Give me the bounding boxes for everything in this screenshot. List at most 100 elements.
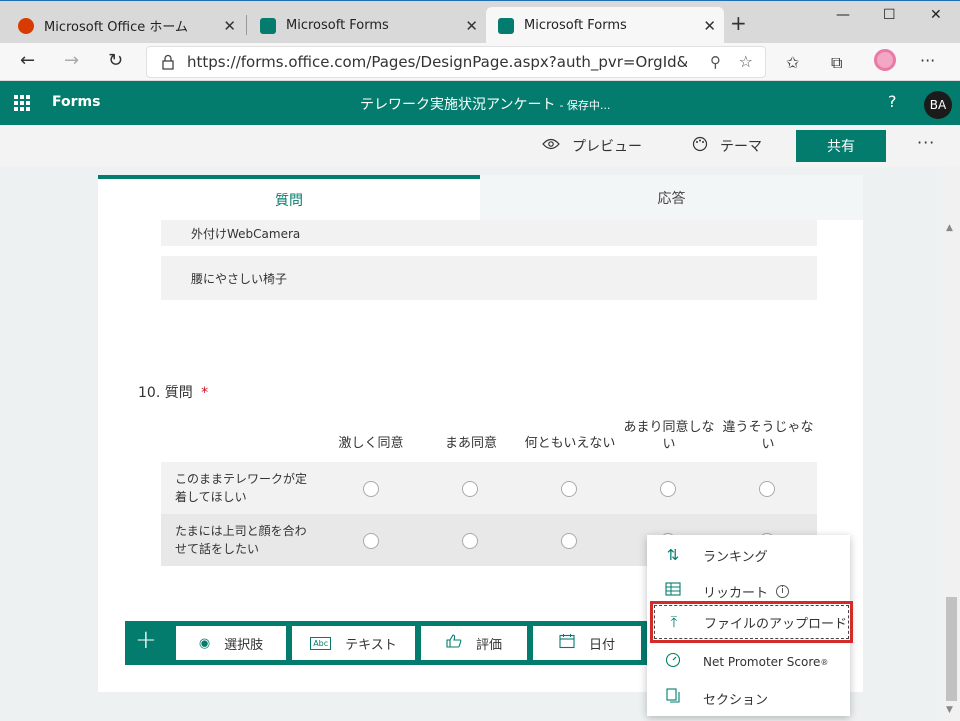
menu-item-label: ランキング [703, 549, 768, 565]
close-icon[interactable]: ✕ [223, 17, 236, 35]
help-icon[interactable]: ? [888, 92, 897, 111]
office-icon [18, 17, 34, 34]
likert-statement: たまには上司と顔を合わせて話をしたい [175, 524, 307, 556]
theme-button[interactable]: テーマ [692, 136, 762, 156]
choice-label: 選択肢 [224, 637, 264, 653]
likert-radio[interactable] [561, 481, 577, 497]
thumbs-up-icon [446, 634, 462, 652]
menu-item-label: セクション [703, 692, 769, 708]
likert-row: このままテレワークが定着してほしい [161, 462, 817, 514]
preview-label: プレビュー [572, 139, 642, 155]
likert-radio[interactable] [363, 481, 379, 497]
likert-column-header: 違うそうじゃない [722, 420, 814, 452]
refresh-icon[interactable]: ↻ [108, 50, 123, 71]
likert-column-header: あまり同意しない [623, 420, 715, 452]
menu-item-label: Net Promoter Score [703, 655, 821, 669]
tab-title: Microsoft Forms [286, 18, 389, 33]
app-launcher-icon[interactable] [14, 95, 30, 111]
question-title-text: 質問 [164, 385, 193, 401]
likert-radio[interactable] [363, 533, 379, 549]
url-text: https://forms.office.com/Pages/DesignPag… [187, 53, 687, 71]
scroll-down-icon[interactable]: ▼ [946, 705, 953, 715]
upload-icon: ⤒ [670, 613, 678, 631]
gauge-icon [663, 652, 683, 672]
required-mark: * [201, 385, 209, 401]
add-question-bar: + ◉ 選択肢 Abc テキスト 評価 日付 [125, 621, 650, 665]
share-button[interactable]: 共有 [796, 130, 886, 162]
likert-radio[interactable] [462, 481, 478, 497]
text-icon: Abc [310, 636, 332, 650]
menu-item-likert[interactable]: リッカート i [647, 574, 850, 608]
page-scrollbar[interactable]: ▲ ▼ [943, 167, 960, 721]
rating-button[interactable]: 評価 [421, 626, 527, 660]
likert-column-header: 激しく同意 [338, 436, 404, 451]
radio-choice-icon: ◉ [198, 635, 211, 651]
close-icon[interactable]: ✕ [465, 17, 478, 35]
question-title[interactable]: 10. 質問 * [138, 382, 208, 402]
choice-button[interactable]: ◉ 選択肢 [176, 626, 286, 660]
choice-option[interactable]: 外付けWebCamera [161, 220, 817, 246]
section-icon [663, 688, 683, 708]
command-bar: プレビュー テーマ 共有 ··· [0, 125, 960, 167]
add-icon[interactable]: + [135, 625, 157, 655]
zoom-icon[interactable]: ⚲ [710, 53, 721, 71]
calendar-icon [559, 633, 575, 653]
forward-icon[interactable]: → [64, 50, 79, 71]
likert-radio[interactable] [759, 481, 775, 497]
favorites-list-icon[interactable]: ✩ [786, 53, 799, 72]
choice-option[interactable]: 腰にやさしい椅子 [161, 256, 817, 300]
scroll-up-icon[interactable]: ▲ [946, 223, 953, 233]
likert-column-header: まあ同意 [444, 436, 497, 451]
address-toolbar: ← → ↻ https://forms.office.com/Pages/Des… [0, 43, 960, 81]
info-icon[interactable]: i [776, 584, 790, 598]
likert-radio[interactable] [660, 481, 676, 497]
browser-tab-forms-active[interactable]: Microsoft Forms ✕ [486, 7, 724, 44]
avatar[interactable]: BA [924, 91, 952, 119]
preview-button[interactable]: プレビュー [542, 136, 642, 156]
browser-tab-forms[interactable]: Microsoft Forms ✕ [248, 7, 486, 44]
collections-icon[interactable]: ⧉ [831, 53, 842, 73]
new-tab-icon[interactable]: + [730, 11, 747, 35]
menu-item-ranking[interactable]: ⇅ ランキング [647, 538, 850, 572]
browser-tab-office[interactable]: Microsoft Office ホーム ✕ [6, 7, 244, 44]
text-button[interactable]: Abc テキスト [292, 626, 415, 660]
menu-item-nps[interactable]: Net Promoter Score ® [647, 645, 850, 679]
lock-icon [161, 54, 175, 70]
back-icon[interactable]: ← [20, 50, 35, 71]
registered-mark: ® [820, 657, 829, 667]
profile-avatar-icon[interactable] [874, 49, 896, 71]
tab-questions[interactable]: 質問 [98, 175, 480, 220]
form-title-text: テレワーク実施状況アンケート [360, 97, 556, 113]
menu-item-section[interactable]: セクション [647, 681, 850, 715]
likert-radio[interactable] [462, 533, 478, 549]
tab-responses[interactable]: 応答 [480, 175, 863, 220]
browser-tab-bar: Microsoft Office ホーム ✕ Microsoft Forms ✕… [0, 0, 960, 44]
option-label: 外付けWebCamera [191, 226, 301, 241]
text-label: テキスト [345, 637, 397, 653]
menu-item-label: ファイルのアップロード [704, 616, 848, 632]
forms-header: Forms テレワーク実施状況アンケート - 保存中... ? BA [0, 81, 960, 125]
likert-radio[interactable] [561, 533, 577, 549]
settings-more-icon[interactable]: ··· [920, 51, 935, 70]
close-icon[interactable]: ✕ [703, 17, 716, 35]
tab-title: Microsoft Forms [524, 18, 627, 33]
rating-label: 評価 [475, 637, 502, 653]
form-title: テレワーク実施状況アンケート - 保存中... [360, 94, 610, 114]
address-field[interactable]: https://forms.office.com/Pages/DesignPag… [146, 46, 766, 78]
eye-icon [542, 138, 560, 154]
menu-item-file-upload[interactable]: ⤒ ファイルのアップロード [650, 601, 853, 643]
maximize-icon[interactable]: ☐ [883, 7, 896, 23]
date-button[interactable]: 日付 [533, 626, 641, 660]
likert-statement: このままテレワークが定着してほしい [175, 472, 308, 504]
palette-icon [692, 136, 708, 156]
window-close-icon[interactable]: ✕ [930, 7, 942, 23]
scrollbar-thumb[interactable] [946, 597, 957, 701]
grid-icon [663, 582, 683, 600]
form-tabs: 質問 応答 [98, 175, 863, 220]
more-options-icon[interactable]: ··· [917, 133, 935, 152]
minimize-icon[interactable]: — [836, 7, 850, 23]
app-name[interactable]: Forms [52, 94, 100, 110]
save-status: - 保存中... [559, 99, 611, 112]
favorite-star-icon[interactable]: ☆ [739, 52, 753, 71]
tab-separator [246, 15, 247, 35]
